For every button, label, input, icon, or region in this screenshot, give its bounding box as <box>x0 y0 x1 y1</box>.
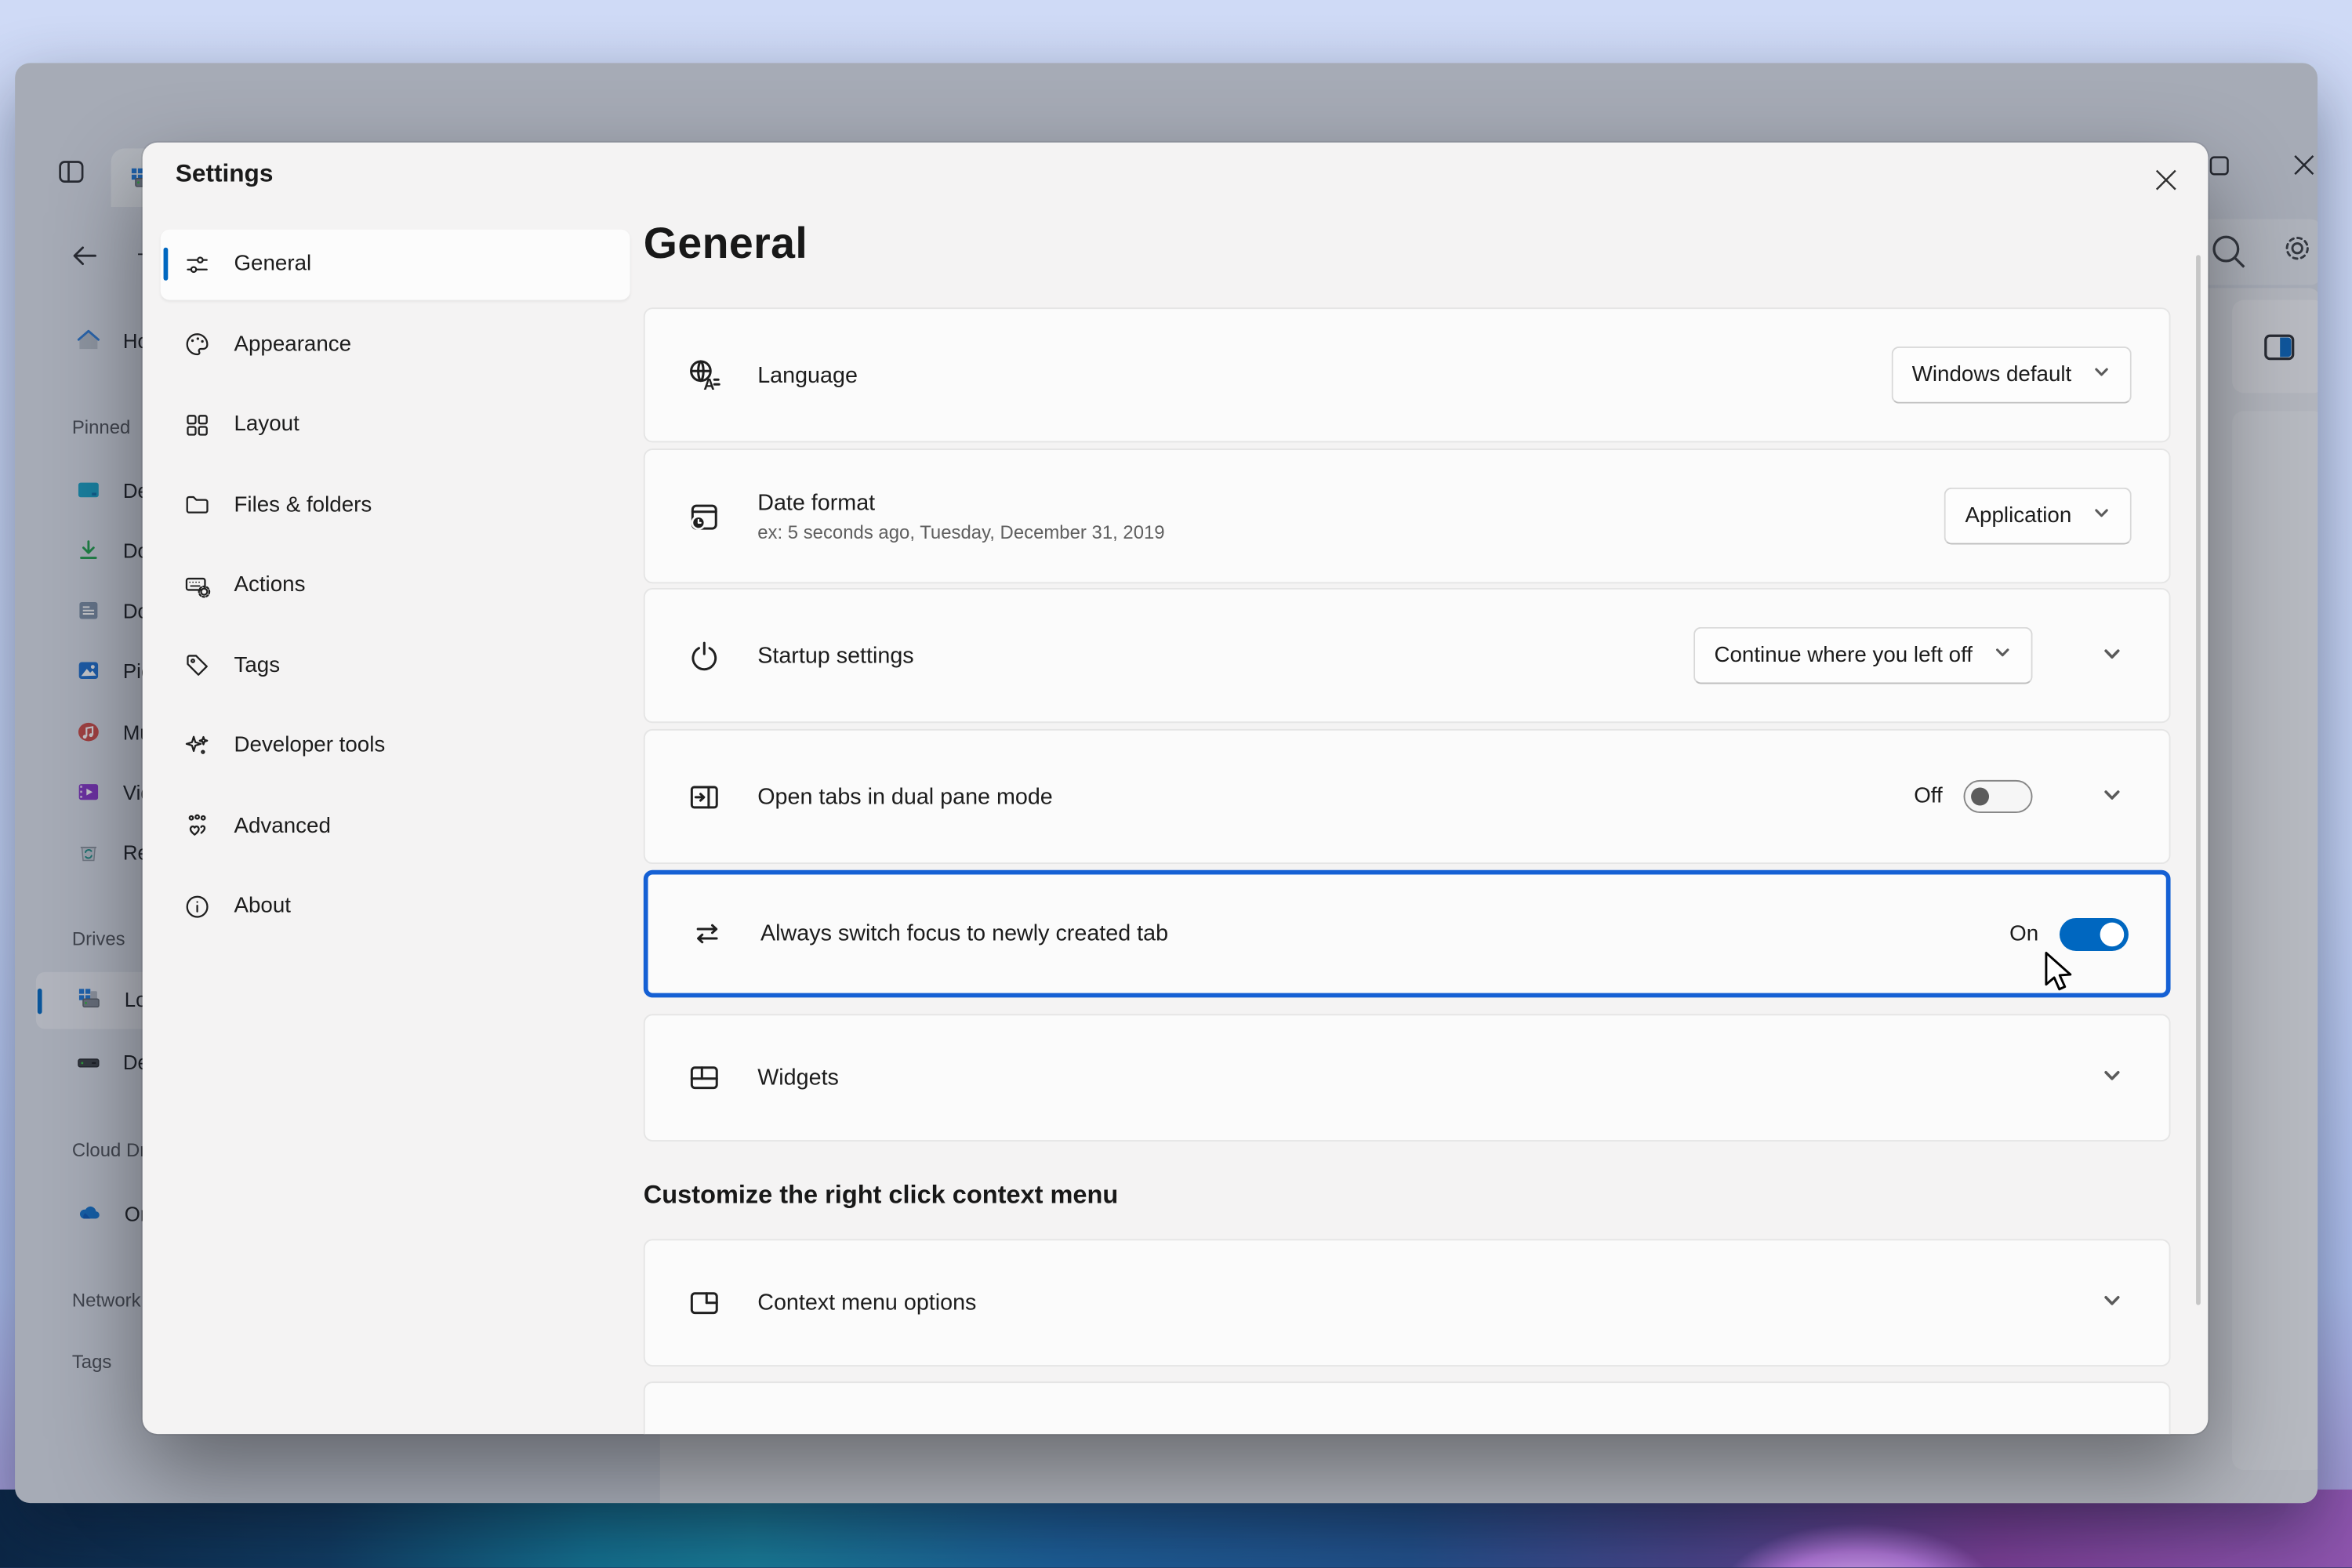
row-label: Widgets <box>757 1065 839 1091</box>
row-partial <box>644 1381 2171 1434</box>
toggle-state-label: On <box>2009 922 2038 946</box>
chevron-down-icon <box>2102 784 2123 810</box>
calendar-clock-icon <box>684 497 723 535</box>
settings-nav-tags[interactable]: Tags <box>161 631 630 701</box>
row-date-format: Date format ex: 5 seconds ago, Tuesday, … <box>644 448 2171 583</box>
chevron-down-icon <box>2102 1065 2123 1091</box>
widgets-expander[interactable] <box>2092 1064 2132 1092</box>
layout-grid-icon <box>183 411 211 439</box>
context-menu-expander[interactable] <box>2092 1289 2132 1317</box>
startup-expander[interactable] <box>2092 641 2132 670</box>
row-label: Open tabs in dual pane mode <box>757 784 1053 810</box>
date-format-dropdown[interactable]: Application <box>1944 488 2132 545</box>
tag-icon <box>183 652 211 680</box>
keyboard-gear-icon <box>183 571 211 599</box>
startup-dropdown[interactable]: Continue where you left off <box>1693 627 2033 684</box>
row-label: Language <box>757 362 858 388</box>
mouse-cursor <box>2040 951 2079 993</box>
chevron-down-icon <box>2092 363 2111 387</box>
dialog-scrollbar[interactable] <box>2196 255 2201 1305</box>
power-icon <box>684 637 723 674</box>
language-icon: A <box>684 356 723 394</box>
settings-nav-files-folders[interactable]: Files & folders <box>161 470 630 540</box>
dual-pane-toggle[interactable] <box>1964 780 2033 813</box>
hearts-icon <box>183 812 211 840</box>
row-dual-pane: Open tabs in dual pane mode Off <box>644 729 2171 864</box>
settings-nav-layout[interactable]: Layout <box>161 390 630 459</box>
settings-nav-general[interactable]: General <box>161 230 630 299</box>
settings-nav-appearance[interactable]: Appearance <box>161 310 630 379</box>
row-context-menu: Context menu options <box>644 1239 2171 1367</box>
settings-nav-actions[interactable]: Actions <box>161 550 630 620</box>
page-title: General <box>644 220 808 270</box>
folder-icon <box>183 491 211 519</box>
switch-focus-toggle[interactable] <box>2060 917 2129 950</box>
row-widgets: Widgets <box>644 1014 2171 1142</box>
row-language: A Language Windows default <box>644 307 2171 442</box>
dialog-close-button[interactable] <box>2132 151 2201 209</box>
chevron-down-icon <box>2092 504 2111 528</box>
settings-nav-about[interactable]: About <box>161 872 630 942</box>
chevron-down-icon <box>2102 1290 2123 1316</box>
swap-arrows-icon <box>687 915 726 953</box>
dual-pane-icon <box>684 778 723 815</box>
settings-nav-developer-tools[interactable]: Developer tools <box>161 711 630 781</box>
dual-pane-expander[interactable] <box>2092 782 2132 811</box>
row-switch-focus: Always switch focus to newly created tab… <box>644 870 2171 998</box>
chevron-down-icon <box>1994 644 2012 668</box>
close-icon <box>2154 168 2178 192</box>
row-label: Startup settings <box>757 643 913 669</box>
palette-icon <box>183 330 211 358</box>
section-heading: Customize the right click context menu <box>644 1181 1118 1210</box>
chevron-down-icon <box>2102 643 2123 669</box>
language-dropdown[interactable]: Windows default <box>1891 347 2132 404</box>
settings-dialog: Settings General Appearance Layout Files… <box>143 143 2209 1434</box>
dialog-title: Settings <box>176 161 274 189</box>
sliders-icon <box>183 250 211 278</box>
screen: Local Disk (C:) <box>0 0 2352 1568</box>
settings-sidebar: General Appearance Layout Files & folder… <box>161 230 630 942</box>
row-label: Context menu options <box>757 1290 976 1316</box>
row-startup-settings: Startup settings Continue where you left… <box>644 588 2171 723</box>
selection-pill <box>163 248 168 281</box>
widgets-icon <box>684 1059 723 1097</box>
row-label: Date format <box>757 490 1164 516</box>
settings-nav-advanced[interactable]: Advanced <box>161 791 630 861</box>
sparkles-icon <box>183 731 211 760</box>
info-icon <box>183 892 211 920</box>
svg-text:A: A <box>702 376 713 393</box>
context-menu-icon <box>684 1284 723 1322</box>
toggle-state-label: Off <box>1914 785 1943 809</box>
row-sublabel: ex: 5 seconds ago, Tuesday, December 31,… <box>757 521 1164 543</box>
row-label: Always switch focus to newly created tab <box>760 921 1168 947</box>
